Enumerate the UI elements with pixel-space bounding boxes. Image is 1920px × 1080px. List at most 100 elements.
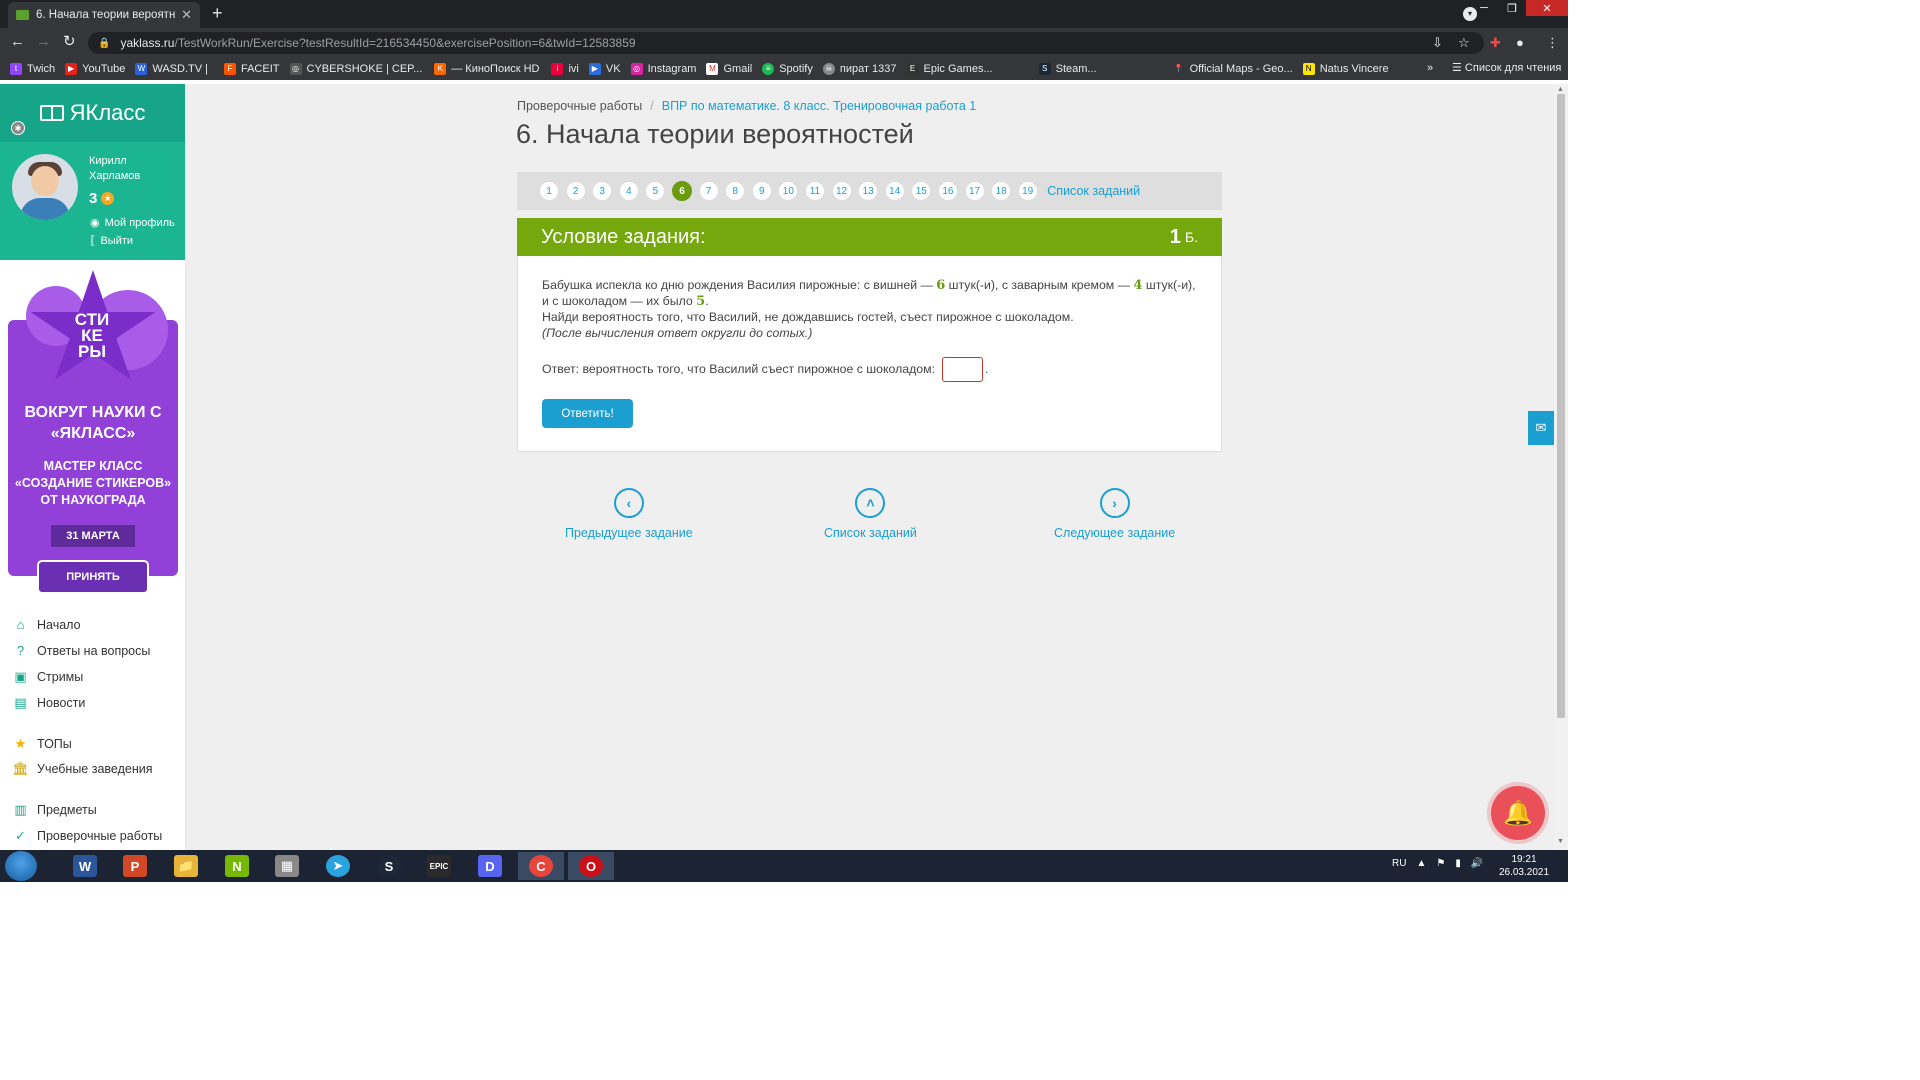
sidebar-item-subjects[interactable]: ▥ Предметы (12, 801, 96, 818)
start-button-icon[interactable] (5, 851, 37, 881)
page-button[interactable]: 16 (937, 181, 958, 201)
sidebar-item-tests[interactable]: ✓ Проверочные работы (12, 827, 162, 844)
new-tab-button[interactable]: + (212, 4, 223, 22)
taskbar-telegram-icon[interactable]: ➤ (315, 852, 361, 880)
scroll-up-icon[interactable]: ▲ (1557, 86, 1564, 93)
bookmark-navi[interactable]: N Natus Vincere (1302, 63, 1389, 75)
prev-task-button[interactable]: ‹ Предыдущее задание (565, 488, 693, 540)
bookmark-youtube[interactable]: ▶ YouTube (65, 63, 125, 75)
reload-icon[interactable]: ↻ (63, 34, 76, 50)
sidebar-item-streams[interactable]: ▣ Стримы (12, 668, 83, 685)
bookmarks-more-icon[interactable]: » (1427, 62, 1433, 74)
answer-input[interactable] (942, 357, 983, 382)
bookmark-wasd[interactable]: W WASD.TV | (135, 63, 208, 75)
sidebar-item-home[interactable]: ⌂ Начало (12, 616, 81, 633)
page-button[interactable]: 19 (1017, 181, 1038, 201)
page-button[interactable]: 11 (804, 181, 825, 201)
taskbar-word-icon[interactable]: W (62, 852, 108, 880)
page-button[interactable]: 8 (725, 181, 746, 201)
page-button[interactable]: 9 (751, 181, 772, 201)
back-icon[interactable]: ← (10, 34, 25, 50)
breadcrumb-link[interactable]: ВПР по математике. 8 класс. Тренировочна… (662, 99, 976, 113)
taskbar-opera-icon[interactable]: O (568, 852, 614, 880)
page-button[interactable]: 7 (698, 181, 719, 201)
taskbar-epic-icon[interactable]: EPIC (416, 852, 462, 880)
bookmark-official-maps[interactable]: 📍 Official Maps - Geo... (1173, 63, 1293, 75)
extensions-icon[interactable]: ✚ (1490, 35, 1501, 51)
bookmark-ivi[interactable]: i ivi (551, 63, 579, 75)
volume-icon[interactable]: 🔊 (1471, 858, 1483, 869)
page-button[interactable]: 18 (991, 181, 1012, 201)
bookmark-twich[interactable]: t Twich (10, 63, 55, 75)
browser-tab[interactable]: 6. Начала теории вероятностей ✕ (8, 2, 200, 28)
page-button[interactable]: 2 (565, 181, 586, 201)
submit-button[interactable]: Ответить! (542, 399, 633, 428)
page-button[interactable]: 1 (539, 181, 559, 201)
menu-icon[interactable]: ⋮ (1546, 35, 1559, 51)
url-path: /TestWorkRun/Exercise?testResultId=21653… (174, 36, 636, 50)
banner-join-button[interactable]: ПРИНЯТЬ УЧАСТИЕ (37, 560, 149, 613)
bookmark-gmail[interactable]: M Gmail (706, 63, 752, 75)
taskbar-powerpoint-icon[interactable]: P (112, 852, 158, 880)
page-button[interactable]: 13 (858, 181, 879, 201)
page-button[interactable]: 5 (645, 181, 666, 201)
notification-bell-icon[interactable]: 🔔 (1491, 786, 1545, 840)
sidebar-item-answers[interactable]: ? Ответы на вопросы (12, 642, 150, 659)
bookmark-epic[interactable]: E Epic Games... (906, 63, 993, 75)
taskbar-chrome-icon[interactable]: C (518, 852, 564, 880)
taskbar-discord-icon[interactable]: D (467, 852, 513, 880)
logo[interactable]: ЯКласс (0, 84, 185, 142)
page-button[interactable]: 14 (884, 181, 905, 201)
page-button[interactable]: 3 (592, 181, 613, 201)
bookmark-steam[interactable]: S Steam... (1038, 63, 1097, 75)
bookmark-spotify[interactable]: ≡ Spotify (762, 63, 813, 75)
scrollbar-thumb[interactable] (1557, 94, 1565, 718)
tray-expand-icon[interactable]: ▲ (1416, 858, 1426, 869)
page-button[interactable]: 17 (964, 181, 985, 201)
page-button[interactable]: 4 (618, 181, 639, 201)
taskbar-steam-icon[interactable]: S (366, 852, 412, 880)
sidebar-item-schools[interactable]: 🏛 Учебные заведения (12, 760, 152, 777)
minimize-button[interactable]: ─ (1470, 0, 1498, 16)
network-icon[interactable]: ▮ (1455, 858, 1461, 869)
taskbar-explorer-icon[interactable]: 📁 (163, 852, 209, 880)
profile-avatar-icon[interactable]: ● (1516, 35, 1524, 50)
bookmark-kinopoisk[interactable]: K — КиноПоиск HD (434, 63, 539, 75)
profile-link[interactable]: ◉ Мой профиль (90, 216, 175, 230)
page-scrollbar[interactable]: ▲ ▼ (1554, 84, 1568, 850)
bookmark-faceit[interactable]: F FACEIT (223, 63, 280, 75)
maximize-button[interactable]: ❐ (1498, 0, 1526, 16)
next-task-button[interactable]: › Следующее задание (1054, 488, 1175, 540)
taskbar-nvidia-icon[interactable]: N (214, 852, 260, 880)
close-tab-icon[interactable]: ✕ (181, 7, 192, 23)
task-list-button[interactable]: ˄ Список заданий (824, 488, 917, 540)
language-indicator[interactable]: RU (1392, 858, 1406, 869)
page-button[interactable]: 12 (831, 181, 852, 201)
breadcrumb-root[interactable]: Проверочные работы (517, 99, 642, 113)
task-list-link[interactable]: Список заданий (1047, 184, 1140, 198)
taskbar-calculator-icon[interactable]: ▦ (264, 852, 310, 880)
close-window-button[interactable]: ✕ (1526, 0, 1568, 16)
page-button[interactable]: 15 (911, 181, 932, 201)
bookmark-cybershoke[interactable]: ◎ CYBERSHOKE | CEP... (289, 63, 422, 75)
user-name[interactable]: Кирилл Харламов (89, 154, 169, 184)
logout-link[interactable]: ⟦ Выйти (90, 234, 133, 248)
bookmark-star-icon[interactable]: ☆ (1458, 35, 1470, 51)
bookmark-vk[interactable]: ▶ VK (588, 63, 621, 75)
flag-icon[interactable]: ⚑ (1436, 858, 1445, 869)
promo-banner[interactable]: СТИ КЕ РЫ ВОКРУГ НАУКИ С «ЯКЛАСС» МАСТЕР… (8, 270, 178, 576)
page-button[interactable]: 10 (778, 181, 799, 201)
bookmark-pirate[interactable]: ☠ пират 1337 (822, 63, 897, 75)
page-button-current[interactable]: 6 (671, 181, 692, 201)
clock[interactable]: 19:21 26.03.2021 (1496, 853, 1552, 879)
sidebar-item-news[interactable]: ▤ Новости (12, 694, 85, 711)
feedback-mail-icon[interactable]: ✉ (1528, 411, 1554, 445)
install-icon[interactable]: ⇩ (1432, 35, 1443, 51)
avatar[interactable] (12, 154, 78, 220)
bookmark-instagram[interactable]: ◎ Instagram (630, 63, 696, 75)
address-bar[interactable]: 🔒 yaklass.ru/TestWorkRun/Exercise?testRe… (88, 32, 1484, 54)
reading-list[interactable]: ☰ Список для чтения (1452, 61, 1561, 74)
forward-icon[interactable]: → (36, 34, 51, 50)
scroll-down-icon[interactable]: ▼ (1557, 838, 1564, 845)
sidebar-item-tops[interactable]: ★ ТОПы (12, 735, 72, 752)
